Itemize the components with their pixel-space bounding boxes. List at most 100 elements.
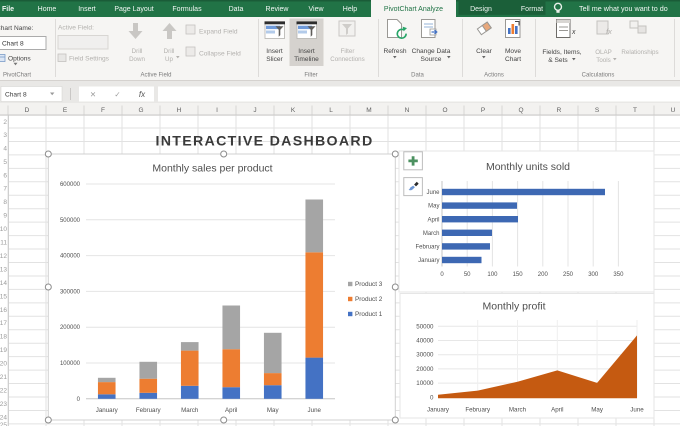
svg-text:17: 17 [0, 320, 7, 327]
svg-text:Format: Format [521, 6, 543, 13]
svg-text:& Sets: & Sets [548, 57, 568, 64]
svg-text:Insert: Insert [266, 48, 283, 55]
svg-text:Drill: Drill [132, 48, 143, 55]
svg-text:H: H [177, 107, 182, 114]
svg-text:Move: Move [505, 48, 521, 55]
svg-text:✓: ✓ [114, 90, 120, 99]
svg-text:300000: 300000 [60, 289, 81, 295]
svg-text:J: J [253, 107, 256, 114]
svg-text:PivotChart: PivotChart [3, 73, 31, 79]
svg-text:4: 4 [3, 145, 7, 152]
svg-text:March: March [509, 406, 527, 413]
svg-text:Options: Options [8, 56, 31, 63]
svg-text:May: May [591, 406, 604, 413]
svg-text:200: 200 [538, 272, 549, 278]
svg-text:11: 11 [0, 240, 7, 247]
svg-text:50000: 50000 [416, 323, 434, 330]
svg-text:Chart 8: Chart 8 [2, 41, 24, 48]
svg-text:File: File [2, 6, 14, 13]
svg-text:D: D [25, 107, 30, 114]
svg-text:400000: 400000 [60, 254, 81, 260]
svg-text:Page Layout: Page Layout [114, 6, 153, 13]
svg-text:Help: Help [343, 6, 358, 13]
svg-text:March: March [181, 407, 199, 414]
svg-text:OLAP: OLAP [595, 49, 612, 56]
svg-text:Calculations: Calculations [582, 73, 615, 79]
svg-text:7: 7 [3, 186, 7, 193]
svg-text:Refresh: Refresh [383, 48, 406, 55]
svg-text:8: 8 [3, 199, 7, 206]
svg-text:Formulas: Formulas [172, 6, 202, 13]
svg-text:Filter: Filter [304, 73, 317, 79]
svg-text:April: April [225, 407, 237, 414]
svg-text:Field Settings: Field Settings [69, 56, 110, 63]
svg-text:Filter: Filter [341, 48, 355, 55]
svg-text:Actions: Actions [484, 73, 504, 79]
svg-text:Product 3: Product 3 [355, 281, 383, 288]
svg-text:Active Field:: Active Field: [58, 25, 94, 32]
svg-text:February: February [415, 245, 439, 251]
svg-text:Relationships: Relationships [621, 49, 658, 56]
svg-text:February: February [136, 407, 162, 414]
svg-text:Collapse Field: Collapse Field [199, 51, 241, 58]
svg-text:21: 21 [0, 374, 7, 381]
svg-text:Connections: Connections [330, 56, 364, 63]
svg-text:19: 19 [0, 347, 7, 354]
svg-text:Product 2: Product 2 [355, 296, 383, 303]
svg-text:Q: Q [518, 107, 523, 114]
svg-text:16: 16 [0, 307, 7, 314]
svg-text:Clear: Clear [476, 48, 493, 55]
svg-text:50: 50 [464, 272, 471, 278]
svg-text:18: 18 [0, 334, 7, 341]
svg-text:June: June [630, 406, 644, 413]
svg-text:fx: fx [606, 27, 612, 36]
svg-text:Tools: Tools [596, 57, 610, 64]
svg-text:Expand Field: Expand Field [199, 29, 238, 36]
svg-text:Home: Home [38, 6, 57, 13]
svg-text:0: 0 [430, 394, 434, 401]
svg-text:Timeline: Timeline [294, 56, 319, 63]
svg-text:E: E [63, 107, 68, 114]
svg-text:250: 250 [563, 272, 574, 278]
svg-text:Tell me what you want to do: Tell me what you want to do [579, 4, 668, 13]
svg-text:500000: 500000 [60, 218, 81, 224]
svg-text:T: T [633, 107, 637, 114]
svg-text:x: x [571, 29, 576, 36]
svg-text:May: May [428, 204, 439, 210]
svg-text:Product 1: Product 1 [355, 311, 383, 318]
svg-text:2: 2 [3, 119, 7, 126]
svg-text:Change Data: Change Data [412, 48, 451, 55]
svg-text:5: 5 [3, 159, 7, 166]
svg-text:May: May [267, 407, 280, 414]
svg-text:Source: Source [421, 56, 442, 63]
svg-text:Chart: Chart [505, 56, 521, 63]
svg-text:Review: Review [266, 6, 290, 13]
svg-text:Chart Name:: Chart Name: [0, 25, 34, 32]
svg-text:O: O [442, 107, 447, 114]
svg-text:10: 10 [0, 226, 7, 233]
svg-text:PivotChart Analyze: PivotChart Analyze [384, 6, 443, 13]
svg-text:300: 300 [588, 272, 599, 278]
svg-text:L: L [329, 107, 333, 114]
svg-text:P: P [481, 107, 485, 114]
svg-text:13: 13 [0, 266, 7, 273]
svg-text:6: 6 [3, 172, 7, 179]
svg-text:April: April [551, 406, 563, 413]
svg-text:Monthly sales per product: Monthly sales per product [152, 163, 272, 175]
svg-text:20: 20 [0, 361, 7, 368]
svg-text:N: N [405, 107, 410, 114]
svg-text:S: S [595, 107, 600, 114]
svg-text:✕: ✕ [90, 90, 96, 99]
svg-text:G: G [138, 107, 143, 114]
svg-text:June: June [308, 407, 322, 414]
svg-text:February: February [465, 406, 491, 413]
svg-text:INTERACTIVE DASHBOARD: INTERACTIVE DASHBOARD [155, 134, 373, 150]
svg-text:Up: Up [165, 56, 173, 63]
svg-text:Fields, Items,: Fields, Items, [542, 49, 581, 56]
svg-text:9: 9 [3, 213, 7, 220]
svg-text:fx: fx [139, 90, 146, 99]
svg-text:30000: 30000 [416, 352, 434, 359]
svg-text:Chart 8: Chart 8 [5, 92, 27, 99]
svg-text:January: January [427, 406, 450, 413]
svg-text:F: F [101, 107, 105, 114]
